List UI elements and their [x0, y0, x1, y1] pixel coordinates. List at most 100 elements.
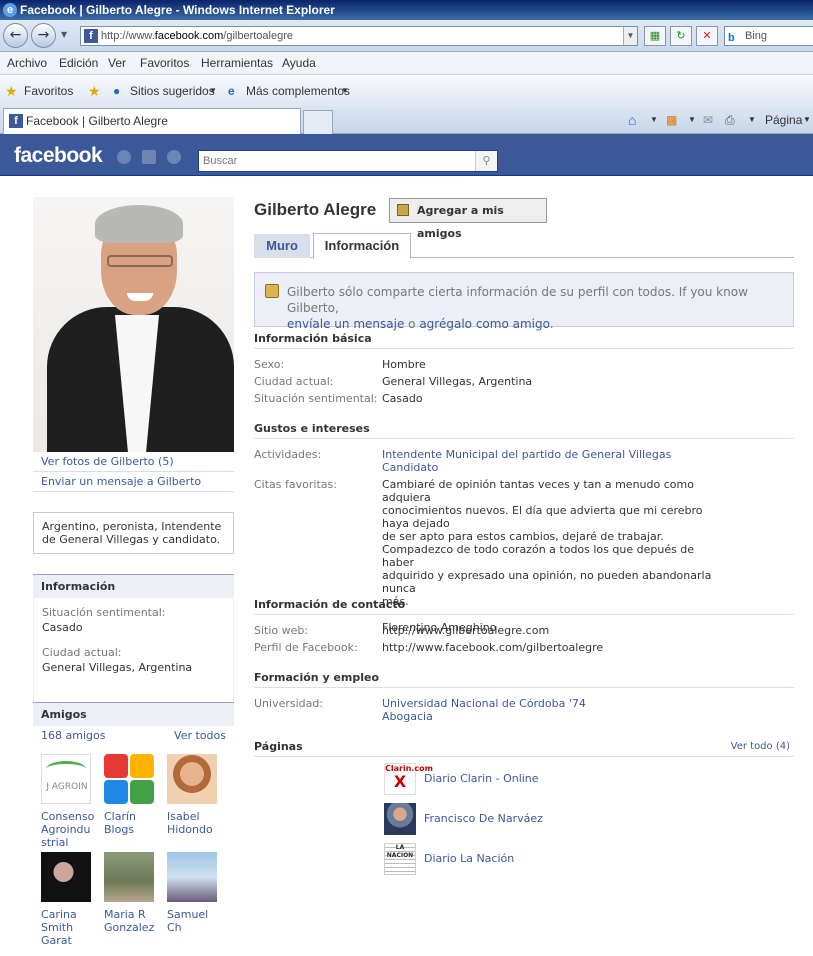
suggested-sites-button[interactable]: Sitios sugeridos: [130, 76, 215, 106]
menu-favoritos[interactable]: Favoritos: [140, 52, 189, 75]
search-placeholder: Buscar: [203, 155, 238, 167]
menu-archivo[interactable]: Archivo: [7, 52, 47, 75]
address-toolbar: ← → ▼ f http://www.facebook.com/gilberto…: [0, 20, 813, 52]
privacy-notice: Gilberto sólo comparte cierta informació…: [254, 272, 794, 331]
feeds-dropdown-icon[interactable]: ▼: [688, 106, 696, 134]
tab-info[interactable]: Información: [313, 233, 411, 259]
basic-info-section: Información básica Sexo: Hombre Ciudad a…: [254, 333, 794, 409]
friend-requests-icon[interactable]: [117, 150, 131, 164]
friend-item[interactable]: Isabel Hidondo: [167, 754, 223, 836]
facebook-search-input[interactable]: Buscar ⚲: [198, 150, 498, 172]
education-title: Formación y empleo: [254, 672, 794, 688]
profile-picture-smile: [127, 293, 153, 301]
basic-info-title: Información básica: [254, 333, 794, 349]
interests-section: Gustos e intereses Actividades: Intenden…: [254, 423, 794, 634]
search-icon[interactable]: ⚲: [475, 151, 497, 171]
page-item[interactable]: LA NACION Diario La Nación: [384, 843, 514, 875]
see-all-pages-link[interactable]: Ver todo (4): [731, 741, 790, 753]
menu-ver[interactable]: Ver: [108, 52, 126, 75]
notifications-globe-icon[interactable]: [167, 150, 181, 164]
profile-picture[interactable]: [33, 197, 234, 452]
profile-bio: Argentino, peronista, Intendente de Gene…: [33, 512, 234, 554]
relationship-value: Casado: [42, 621, 83, 634]
messages-icon[interactable]: [142, 150, 156, 164]
friend-item[interactable]: Maria R Gonzalez: [104, 852, 160, 934]
activity-link[interactable]: Intendente Municipal del partido de Gene…: [382, 448, 727, 461]
friend-name: Carina Smith Garat: [41, 908, 77, 947]
profile-name: Gilberto Alegre: [254, 200, 377, 219]
send-message-notice-link[interactable]: envíale un mensaje: [287, 317, 404, 331]
friend-picture: J AGROIN: [41, 754, 91, 804]
forward-button[interactable]: →: [31, 23, 56, 48]
friend-item[interactable]: Clarín Blogs: [104, 754, 160, 836]
menu-herramientas[interactable]: Herramientas: [201, 52, 273, 75]
facebook-header: facebook Buscar ⚲: [0, 134, 813, 176]
browser-tab-active[interactable]: f Facebook | Gilberto Alegre: [3, 108, 301, 134]
friend-picture: [104, 754, 154, 804]
friend-item[interactable]: Samuel Ch: [167, 852, 223, 934]
university-link[interactable]: Universidad Nacional de Córdoba '74: [382, 697, 727, 710]
education-section: Formación y empleo Universidad: Universi…: [254, 672, 794, 727]
clarin-logo-green: [130, 780, 154, 804]
page-item[interactable]: Francisco De Narváez: [384, 803, 543, 835]
addons-dropdown-icon[interactable]: ▼: [341, 76, 349, 106]
page-dropdown-icon[interactable]: ▼: [803, 106, 811, 134]
menu-ayuda[interactable]: Ayuda: [282, 52, 316, 75]
friend-name: Consenso Agroindu strial: [41, 810, 95, 849]
stop-icon[interactable]: ✕: [696, 26, 718, 46]
search-engine-input[interactable]: b Bing: [724, 26, 813, 46]
clarin-logo-yellow: [130, 754, 154, 778]
degree-link[interactable]: Abogacia: [382, 710, 727, 723]
address-input[interactable]: f http://www.facebook.com/gilbertoalegre…: [80, 26, 638, 46]
fbprofile-link[interactable]: http://www.facebook.com/gilbertoalegre: [382, 641, 727, 654]
friends-count-link[interactable]: 168 amigos: [41, 729, 105, 742]
narvaez-thumb: [384, 803, 416, 835]
menu-edicion[interactable]: Edición: [59, 52, 98, 75]
city-label: Ciudad actual:: [254, 375, 334, 388]
facebook-logo[interactable]: facebook: [14, 144, 103, 168]
print-dropdown-icon[interactable]: ▼: [748, 106, 756, 134]
new-tab-button[interactable]: [303, 110, 333, 134]
activity-link[interactable]: Candidato: [382, 461, 727, 474]
url-prefix: http://www.: [101, 30, 155, 42]
clarin-x-mark: X: [393, 772, 407, 791]
friends-grid: J AGROIN Consenso Agroindu strial Clarín…: [33, 746, 234, 956]
url-domain: facebook.com: [154, 30, 224, 42]
city-label: Ciudad actual:: [42, 646, 122, 659]
compatibility-view-icon[interactable]: ▦: [644, 26, 666, 46]
agro-logo-arc: [46, 761, 86, 777]
add-friend-notice-link[interactable]: agrégalo como amigo: [419, 317, 549, 331]
address-dropdown-icon[interactable]: ▼: [623, 27, 637, 45]
see-all-friends-link[interactable]: Ver todos: [174, 726, 226, 746]
quote-line: conocimientos nuevos. El día que adviert…: [382, 504, 703, 530]
url-path: /gilbertoalegre: [223, 30, 293, 42]
quote-line: Compadezco de todo corazón a todos los q…: [382, 543, 695, 569]
info-box-title: Información: [33, 574, 234, 598]
feeds-icon[interactable]: ▩: [666, 106, 677, 134]
add-favorite-icon[interactable]: ★: [88, 76, 101, 106]
add-friend-button[interactable]: Agregar a mis amigos: [389, 198, 547, 240]
mail-icon[interactable]: ✉: [703, 106, 713, 134]
more-addons-button[interactable]: Más complementos: [246, 76, 350, 106]
print-icon[interactable]: ⎙: [725, 106, 735, 134]
see-photos-link[interactable]: Ver fotos de Gilberto (5): [33, 452, 234, 472]
page-item[interactable]: Clarin.com X Diario Clarin - Online: [384, 763, 539, 795]
page-menu[interactable]: Página: [765, 106, 802, 134]
addons-icon: e: [228, 84, 235, 98]
university-row: Universidad: Universidad Nacional de Cór…: [254, 697, 794, 727]
home-dropdown-icon[interactable]: ▼: [650, 106, 658, 134]
friend-item[interactable]: J AGROIN Consenso Agroindu strial: [41, 754, 97, 849]
website-link[interactable]: http://www.gilbertoalegre.com: [382, 624, 727, 637]
sex-value: Hombre: [382, 358, 426, 371]
refresh-icon[interactable]: ↻: [670, 26, 692, 46]
history-dropdown-icon[interactable]: ▼: [61, 30, 67, 39]
back-button[interactable]: ←: [3, 23, 28, 48]
favorites-button[interactable]: Favoritos: [24, 76, 73, 106]
tab-wall[interactable]: Muro: [254, 234, 310, 258]
suggested-sites-dropdown-icon[interactable]: ▼: [209, 76, 217, 106]
send-message-link[interactable]: Enviar un mensaje a Gilberto: [33, 472, 234, 492]
friend-name: Maria R Gonzalez: [104, 908, 155, 934]
browser-tab-bar: f Facebook | Gilberto Alegre ⌂ ▼ ▩ ▼ ✉ ⎙…: [0, 106, 813, 134]
friend-item[interactable]: Carina Smith Garat: [41, 852, 97, 947]
home-icon[interactable]: ⌂: [628, 106, 636, 134]
